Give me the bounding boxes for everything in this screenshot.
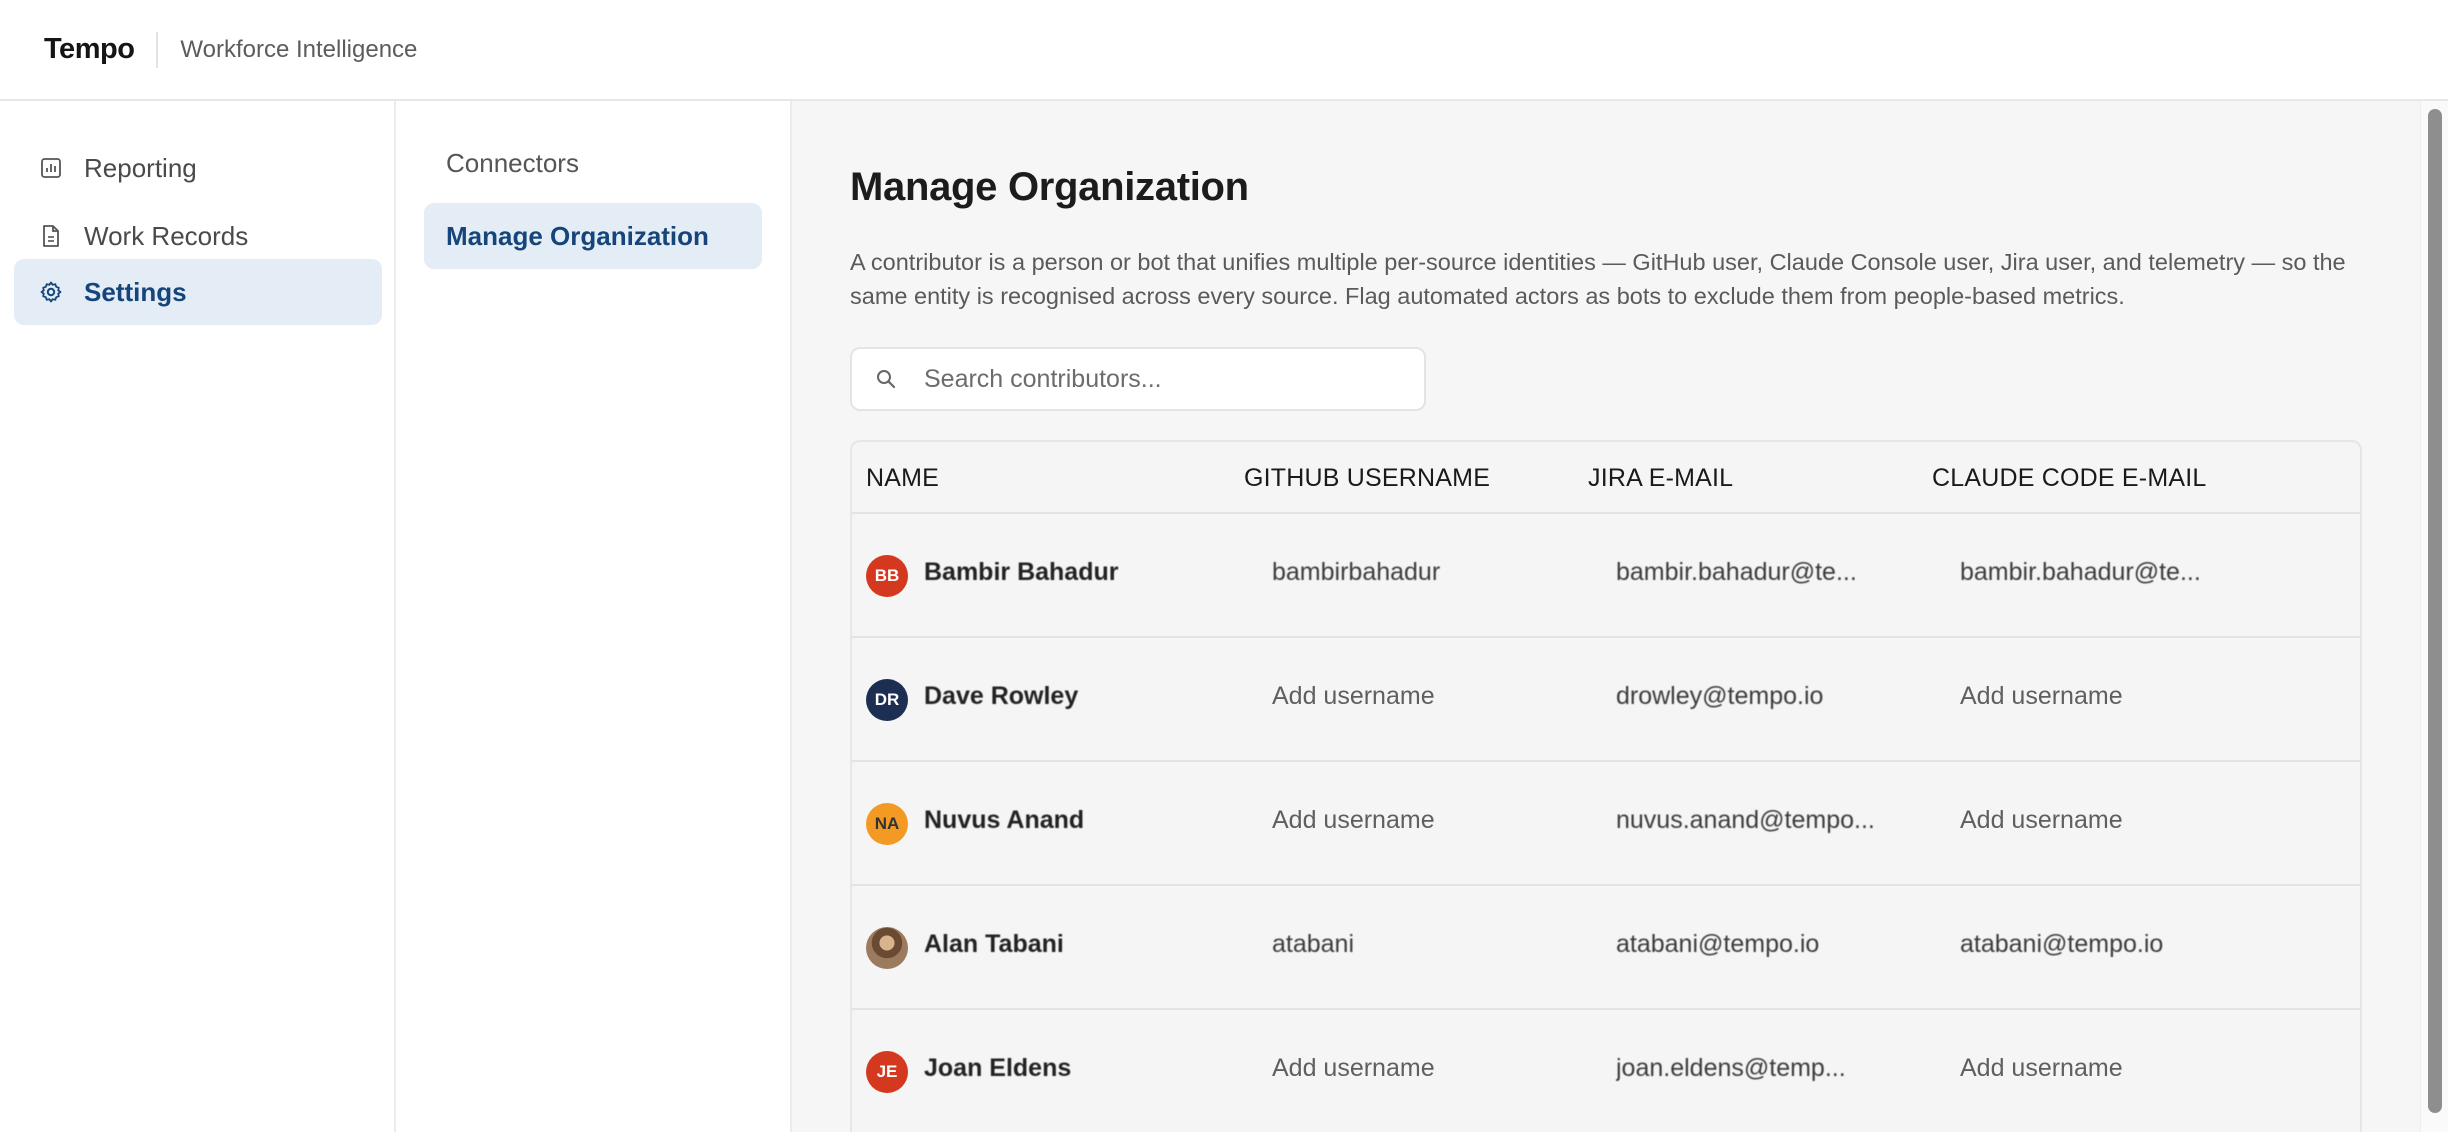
page-description: A contributor is a person or bot that un… [850, 249, 2346, 309]
search-icon [874, 367, 898, 391]
contributor-name: Nuvus Anand [924, 806, 1085, 834]
contributors-table: NAME GITHUB USERNAME JIRA E-MAIL CLAUDE … [850, 440, 2362, 1132]
table-row[interactable]: DR Dave Rowley Add username drowley@temp… [852, 638, 2360, 762]
search-input[interactable] [924, 364, 1404, 394]
bar-chart-icon [38, 155, 64, 181]
settings-subnav: Connectors Manage Organization [396, 101, 792, 1132]
jira-email[interactable]: bambir.bahadur@te... [1616, 558, 1876, 587]
avatar [866, 927, 908, 969]
add-github-username-link[interactable]: Add username [1272, 682, 1572, 711]
contributor-name: Dave Rowley [924, 682, 1079, 710]
document-icon [38, 223, 64, 249]
brand-logo[interactable]: Tempo [44, 33, 135, 66]
sidebar-item-label: Settings [84, 276, 187, 307]
main-scrollbar[interactable] [2420, 101, 2448, 1132]
claude-code-email[interactable]: atabani@tempo.io [1960, 930, 2220, 959]
column-header-github-username[interactable]: GITHUB USERNAME [1244, 464, 1490, 493]
github-username[interactable]: bambirbahadur [1272, 558, 1572, 587]
jira-email[interactable]: joan.eldens@temp... [1616, 1054, 1876, 1083]
column-header-claude-code-email[interactable]: CLAUDE CODE E-MAIL [1932, 464, 2207, 493]
jira-email[interactable]: atabani@tempo.io [1616, 930, 1876, 959]
brand-subtitle: Workforce Intelligence [180, 35, 418, 63]
subnav-item-connectors[interactable]: Connectors [424, 130, 762, 196]
sidebar-item-reporting[interactable]: Reporting [14, 135, 382, 201]
scrollbar-thumb[interactable] [2428, 109, 2442, 1113]
jira-email[interactable]: nuvus.anand@tempo... [1616, 806, 1876, 835]
table-row[interactable]: BB Bambir Bahadur bambirbahadur bambir.b… [852, 514, 2360, 638]
sidebar-item-label: Work Records [84, 220, 249, 251]
search-box[interactable] [850, 347, 1426, 411]
column-header-jira-email[interactable]: JIRA E-MAIL [1588, 464, 1733, 493]
avatar: NA [866, 803, 908, 845]
table-header: NAME GITHUB USERNAME JIRA E-MAIL CLAUDE … [852, 442, 2360, 514]
sidebar-item-settings[interactable]: Settings [14, 259, 382, 325]
add-claude-username-link[interactable]: Add username [1960, 806, 2220, 835]
sidebar-item-label: Reporting [84, 152, 197, 183]
sidebar: Reporting Work Records Settings [0, 101, 396, 1132]
add-github-username-link[interactable]: Add username [1272, 1054, 1572, 1083]
table-row[interactable]: NA Nuvus Anand Add username nuvus.anand@… [852, 762, 2360, 886]
avatar: DR [866, 679, 908, 721]
subnav-item-manage-organization[interactable]: Manage Organization [424, 203, 762, 269]
add-claude-username-link[interactable]: Add username [1960, 1054, 2220, 1083]
column-header-name[interactable]: NAME [866, 464, 939, 493]
contributor-name: Alan Tabani [924, 930, 1064, 958]
contributor-name: Joan Eldens [924, 1054, 1072, 1082]
top-bar: Tempo Workforce Intelligence [0, 0, 2448, 101]
main-content: Manage Organization A contributor is a p… [792, 101, 2420, 1132]
jira-email[interactable]: drowley@tempo.io [1616, 682, 1876, 711]
table-row[interactable]: JE Joan Eldens Add username joan.eldens@… [852, 1010, 2360, 1132]
claude-code-email[interactable]: bambir.bahadur@te... [1960, 558, 2220, 587]
add-github-username-link[interactable]: Add username [1272, 806, 1572, 835]
brand-divider [156, 31, 159, 68]
avatar: BB [866, 555, 908, 597]
avatar: JE [866, 1051, 908, 1093]
app-root: Tempo Workforce Intelligence Reporting W… [0, 0, 2448, 1132]
github-username[interactable]: atabani [1272, 930, 1572, 959]
page-title: Manage Organization [850, 165, 1249, 209]
gear-icon [38, 279, 64, 305]
contributor-name: Bambir Bahadur [924, 558, 1119, 586]
table-row[interactable]: Alan Tabani atabani atabani@tempo.io ata… [852, 886, 2360, 1010]
add-claude-username-link[interactable]: Add username [1960, 682, 2220, 711]
